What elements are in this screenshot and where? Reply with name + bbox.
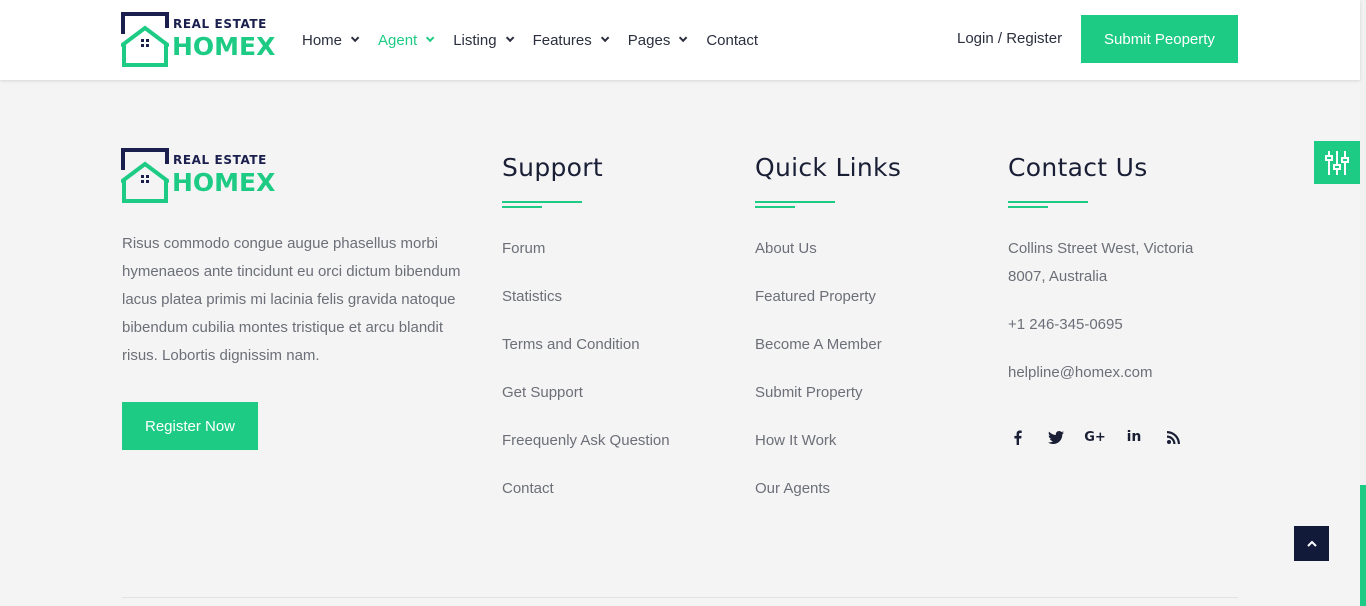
contact-address: Collins Street West, Victoria 8007, Aust…	[1008, 240, 1194, 285]
facebook-icon[interactable]	[1008, 428, 1026, 446]
contact-email[interactable]: helpline@homex.com	[1008, 359, 1228, 387]
quick-links-heading: Quick Links	[755, 153, 902, 182]
chevron-up-icon	[1306, 540, 1317, 547]
header-logo[interactable]: REAL ESTATE HOMEX	[121, 12, 275, 68]
support-link[interactable]: Forum	[502, 235, 670, 283]
contact-heading: Contact Us	[1008, 153, 1148, 182]
nav-features[interactable]: Features	[532, 29, 610, 51]
nav-listing[interactable]: Listing	[453, 29, 514, 51]
chevron-down-icon	[679, 33, 688, 43]
google-plus-icon[interactable]: G+	[1084, 428, 1106, 446]
logo-wordmark: HOMEX	[172, 168, 276, 197]
quick-link[interactable]: About Us	[755, 235, 901, 283]
quick-link[interactable]: Featured Property	[755, 283, 901, 331]
footer-logo[interactable]: REAL ESTATE HOMEX	[121, 148, 275, 204]
support-column: Support Forum Statistics Terms and Condi…	[502, 150, 670, 523]
chevron-down-icon	[505, 33, 514, 43]
social-links: G+ in	[1008, 428, 1203, 446]
nav-features-label: Features	[532, 31, 592, 49]
login-register-link[interactable]: Login / Register	[957, 30, 1062, 47]
logo-tagline: REAL ESTATE	[173, 17, 267, 31]
support-link[interactable]: Get Support	[502, 379, 670, 427]
twitter-icon[interactable]	[1047, 428, 1065, 446]
support-link[interactable]: Contact	[502, 475, 670, 523]
house-logo-icon	[121, 148, 169, 203]
house-logo-icon	[121, 12, 169, 67]
heading-underline	[755, 201, 835, 208]
nav-agent-label: Agent	[378, 31, 418, 49]
scrollbar-thumb[interactable]	[1360, 485, 1366, 606]
nav-pages-label: Pages	[627, 31, 671, 49]
submit-property-button[interactable]: Submit Peoperty	[1081, 15, 1238, 63]
linkedin-icon[interactable]: in	[1125, 428, 1143, 446]
footer-about-text: Risus commodo congue augue phasellus mor…	[122, 235, 461, 364]
site-header: REAL ESTATE HOMEX Home Agent Listing Fea…	[0, 0, 1360, 80]
sliders-icon	[1325, 150, 1349, 175]
support-link[interactable]: Freequenly Ask Question	[502, 427, 670, 475]
support-link[interactable]: Statistics	[502, 283, 670, 331]
nav-agent[interactable]: Agent	[378, 29, 435, 51]
settings-sliders-button[interactable]	[1314, 141, 1360, 184]
nav-pages[interactable]: Pages	[627, 29, 688, 51]
register-now-button[interactable]: Register Now	[122, 402, 258, 450]
support-link[interactable]: Terms and Condition	[502, 331, 670, 379]
rss-icon[interactable]	[1164, 428, 1182, 446]
chevron-down-icon	[600, 33, 610, 43]
nav-contact-label: Contact	[706, 31, 759, 49]
quick-link[interactable]: Submit Property	[755, 379, 901, 427]
logo-tagline: REAL ESTATE	[173, 153, 267, 167]
chevron-down-icon	[350, 33, 360, 43]
heading-underline	[1008, 201, 1088, 208]
nav-contact[interactable]: Contact	[706, 29, 758, 51]
contact-phone[interactable]: +1 246-345-0695	[1008, 311, 1228, 339]
quick-links-column: Quick Links About Us Featured Property B…	[755, 150, 901, 523]
main-nav: Home Agent Listing Features Pages Contac…	[302, 29, 780, 51]
logo-wordmark: HOMEX	[172, 32, 276, 61]
nav-home-label: Home	[302, 31, 343, 49]
nav-listing-label: Listing	[453, 31, 497, 49]
quick-link[interactable]: Become A Member	[755, 331, 901, 379]
quick-link[interactable]: Our Agents	[755, 475, 901, 523]
chevron-down-icon	[426, 33, 435, 43]
contact-column: Contact Us Collins Street West, Victoria…	[1008, 150, 1228, 387]
heading-underline	[502, 201, 582, 208]
back-to-top-button[interactable]	[1294, 526, 1329, 561]
quick-link[interactable]: How It Work	[755, 427, 901, 475]
footer-divider	[122, 597, 1238, 598]
nav-home[interactable]: Home	[302, 29, 360, 51]
support-heading: Support	[502, 153, 603, 182]
